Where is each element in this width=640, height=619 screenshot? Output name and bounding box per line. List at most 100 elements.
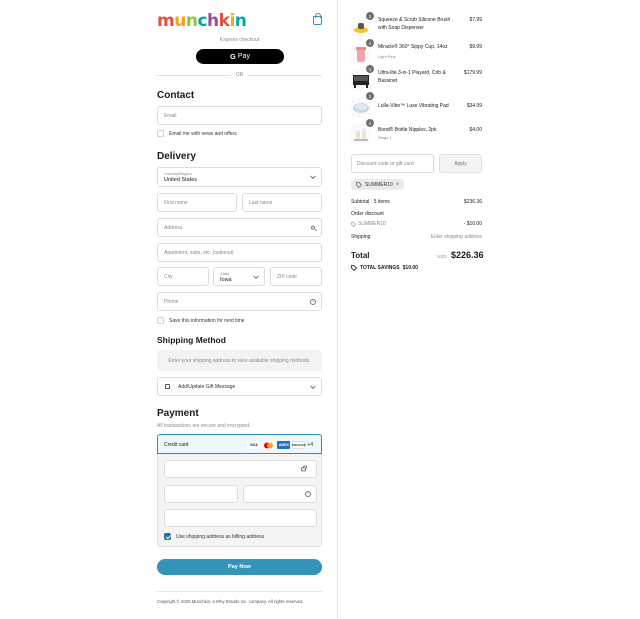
logo-letter: c	[197, 11, 208, 31]
search-icon	[311, 225, 315, 230]
item-variant: Light Pink	[378, 54, 396, 59]
item-name: Squeeze & Scrub Silicone Brush with Soap…	[378, 17, 451, 31]
applied-discount-chip: SUMMER10 ×	[351, 179, 405, 190]
product-image	[351, 124, 371, 144]
logo-letter: n	[185, 11, 198, 31]
newsletter-checkbox-row[interactable]: Email me with news and offers	[157, 130, 237, 137]
quantity-badge: 1	[366, 92, 374, 100]
lock-icon	[301, 465, 307, 472]
mastercard-icon	[262, 441, 276, 449]
order-discount-row: Order discount	[351, 211, 384, 217]
card-brands: VISA AMEX DISCOVER +4	[247, 441, 313, 449]
save-info-checkbox[interactable]	[157, 317, 164, 324]
logo-letter: u	[174, 11, 186, 31]
chevron-down-icon	[310, 173, 316, 180]
discount-code-row: SUMMER10 - $10.00	[351, 221, 482, 229]
save-info-checkbox-row[interactable]: Save this information for next time	[157, 317, 245, 324]
quantity-badge: 1	[366, 12, 374, 20]
product-image	[351, 97, 371, 117]
tag-icon	[356, 181, 362, 188]
copyright-text: Copyright © 2025 Munchkin, a Why Brands …	[157, 599, 304, 604]
or-divider: OR	[157, 72, 322, 79]
google-pay-button[interactable]: G Pay	[196, 49, 284, 64]
address-field[interactable]: Address	[157, 218, 322, 237]
gift-icon	[165, 384, 170, 389]
delivery-heading: Delivery	[157, 151, 196, 162]
logo-letter: m	[157, 11, 175, 31]
item-price: $4.00	[469, 127, 482, 133]
item-price: $9.99	[469, 44, 482, 50]
product-image	[351, 70, 371, 90]
gift-message-toggle[interactable]: Add/Update Gift Message	[157, 377, 322, 396]
contact-heading: Contact	[157, 90, 195, 101]
logo-letter: k	[218, 11, 230, 31]
currency-label: USD	[437, 254, 447, 259]
footer-divider	[157, 591, 322, 592]
payment-heading: Payment	[157, 408, 199, 419]
payment-secure-note: All transactions are secure and encrypte…	[157, 423, 251, 429]
item-name: Bond® Bottle Nipples, 2pk	[378, 127, 437, 133]
shopping-bag-icon[interactable]	[313, 13, 322, 25]
total-label: Total	[351, 251, 370, 260]
item-price: $179.99	[463, 70, 482, 76]
name-on-card-field[interactable]	[164, 509, 317, 527]
visa-icon: VISA	[247, 441, 261, 449]
pay-now-button[interactable]: Pay Now	[157, 559, 322, 575]
state-select[interactable]: State Iowa	[213, 267, 265, 286]
city-field[interactable]: City	[157, 267, 209, 286]
cart-item: 1 Squeeze & Scrub Silicone Brush with So…	[351, 12, 482, 37]
item-name: Miracle® 360° Sippy Cup, 14oz	[378, 44, 448, 50]
tag-icon	[351, 221, 356, 227]
item-price: $7.99	[469, 17, 482, 23]
quantity-badge: 1	[366, 65, 374, 73]
chevron-down-icon	[310, 382, 316, 389]
newsletter-checkbox[interactable]	[157, 130, 164, 137]
checkout-main: munchkin Express checkout G Pay OR Conta…	[0, 0, 337, 619]
discover-icon: DISCOVER	[292, 441, 306, 449]
shipping-row: Shipping Enter shipping address	[351, 234, 482, 240]
amex-icon: AMEX	[277, 441, 291, 449]
credit-card-form: ? Use shipping address as billing addres…	[157, 454, 322, 547]
express-checkout-label: Express checkout	[219, 37, 260, 43]
product-image	[351, 44, 371, 64]
chevron-down-icon	[253, 272, 259, 279]
phone-field[interactable]: Phone ?	[157, 292, 322, 311]
zip-field[interactable]: ZIP code	[270, 267, 322, 286]
subtotal-row: Subtotal · 5 items $236.36	[351, 199, 482, 205]
cart-item: 1 Ultra-lite 3-in-1 Playard, Crib & Bass…	[351, 65, 482, 90]
discount-code-field[interactable]: Discount code or gift card	[351, 154, 434, 173]
item-name: Ultra-lite 3-in-1 Playard, Crib & Bassin…	[378, 70, 446, 84]
credit-card-option[interactable]: Credit card VISA AMEX DISCOVER +4	[157, 434, 322, 454]
munchkin-logo[interactable]: munchkin	[157, 11, 247, 31]
help-icon[interactable]: ?	[310, 298, 316, 305]
cart-item: 1 Bond® Bottle Nipples, 2pk Stage 1 $4.0…	[351, 119, 482, 144]
first-name-field[interactable]: First name	[157, 193, 237, 212]
billing-same-row[interactable]: Use shipping address as billing address	[164, 533, 264, 540]
quantity-badge: 1	[366, 39, 374, 47]
apply-discount-button[interactable]: Apply	[439, 154, 482, 173]
security-code-field[interactable]: ?	[243, 485, 317, 503]
gpay-label: Pay	[237, 53, 250, 60]
billing-same-checkbox[interactable]	[164, 533, 171, 540]
logo-letter: n	[234, 11, 247, 31]
item-variant: Stage 1	[378, 135, 392, 140]
expiration-date-field[interactable]	[164, 485, 238, 503]
card-number-field[interactable]	[164, 460, 317, 478]
country-select[interactable]: Country/Region United States	[157, 167, 322, 187]
help-icon[interactable]: ?	[305, 491, 311, 497]
more-cards-count: +4	[307, 442, 313, 448]
product-image	[351, 17, 371, 37]
total-savings: TOTAL SAVINGS $10.00	[351, 265, 418, 271]
remove-discount-icon[interactable]: ×	[396, 182, 400, 188]
item-price: $34.99	[466, 103, 482, 109]
email-field[interactable]: Email	[157, 106, 322, 125]
quantity-badge: 1	[366, 119, 374, 127]
cart-item: 1 Miracle® 360° Sippy Cup, 14oz Light Pi…	[351, 39, 482, 64]
apartment-field[interactable]: Apartment, suite, etc. (optional)	[157, 243, 322, 262]
google-g-icon: G	[230, 52, 236, 61]
item-name: Lulla-Vibe™ Luxe Vibrating Pad	[378, 103, 449, 109]
last-name-field[interactable]: Last name	[242, 193, 322, 212]
shipping-method-heading: Shipping Method	[157, 335, 226, 345]
tag-icon	[351, 265, 357, 271]
logo-letter: h	[207, 11, 219, 31]
